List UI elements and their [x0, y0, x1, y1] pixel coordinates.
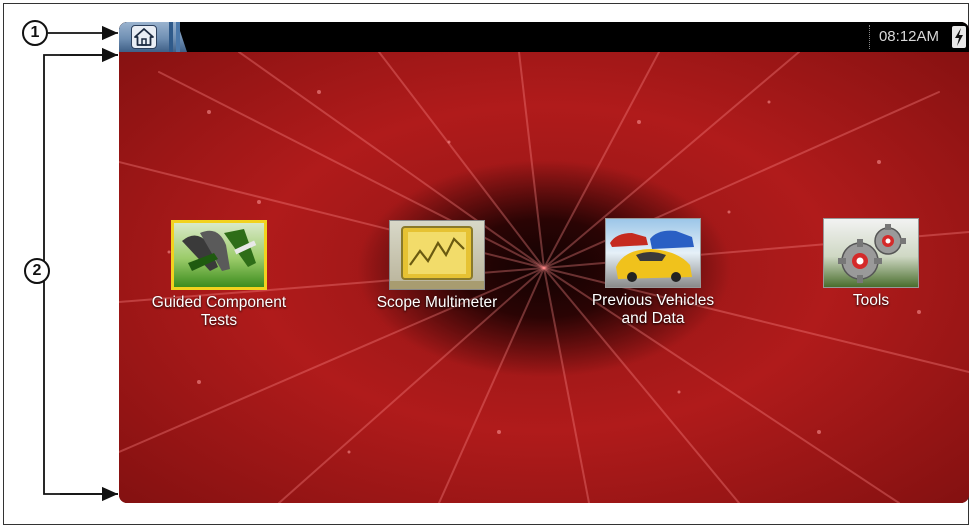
tab-stripe: [176, 22, 180, 52]
app-guided-component-tests[interactable]: Guided Component Tests: [124, 220, 314, 330]
app-scope-multimeter[interactable]: Scope Multimeter: [342, 220, 532, 312]
callout-1: 1: [22, 20, 48, 46]
app-tools[interactable]: Tools: [776, 218, 966, 310]
app-previous-vehicles-and-data[interactable]: Previous Vehicles and Data: [558, 218, 748, 328]
tab-stripe: [169, 22, 173, 52]
component-test-icon[interactable]: [171, 220, 267, 290]
tools-gear-icon[interactable]: [823, 218, 919, 288]
title-bar: 08:12AM: [119, 22, 969, 52]
callout-2: 2: [24, 258, 50, 284]
clock: 08:12AM: [869, 25, 948, 49]
app-label: Guided Component: [151, 294, 287, 311]
callout-2-bracket: [43, 54, 118, 495]
home-icon[interactable]: [131, 25, 157, 49]
battery-charging-icon: [952, 26, 966, 48]
scope-multimeter-icon[interactable]: [389, 220, 485, 290]
app-label: Previous Vehicles: [591, 292, 715, 309]
app-label: Tools: [852, 292, 890, 309]
app-label: Scope Multimeter: [376, 294, 498, 311]
previous-vehicles-icon[interactable]: [605, 218, 701, 288]
app-label-line2: and Data: [621, 310, 685, 327]
device-screen: 08:12AM Guided Component Tests Scope Mul…: [119, 22, 969, 503]
app-label-line2: Tests: [200, 312, 238, 329]
home-desktop: Guided Component Tests Scope Multimeter: [119, 52, 969, 503]
